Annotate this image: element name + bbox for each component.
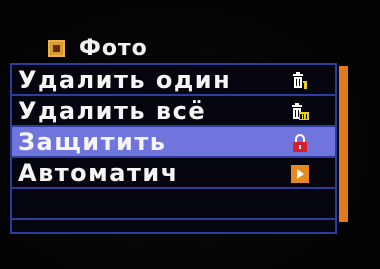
scrollbar-thumb[interactable] — [339, 66, 348, 222]
menu-item-label: Автоматич — [18, 158, 179, 187]
menu-item-label: Удалить всё — [18, 96, 207, 125]
menu-item-protect[interactable]: Защитить — [12, 127, 335, 158]
menu-header: Фото — [48, 35, 148, 61]
menu-item-delete-one[interactable]: Удалить один — [12, 65, 335, 96]
photo-icon — [48, 39, 65, 57]
menu-item-label: Удалить один — [18, 65, 232, 94]
menu-item-auto[interactable]: Автоматич — [12, 158, 335, 189]
play-arrow-icon — [291, 165, 309, 183]
menu-title: Фото — [79, 35, 148, 61]
trash-one-icon — [293, 72, 307, 89]
menu-item-label: Защитить — [18, 127, 167, 156]
menu-list: Удалить один Удалить всё Защитить Автома… — [10, 63, 337, 234]
menu-empty-row — [12, 189, 335, 220]
trash-all-icon — [292, 103, 309, 120]
camera-screen: Фото Удалить один Удалить всё Защитить А… — [0, 0, 380, 269]
menu-item-delete-all[interactable]: Удалить всё — [12, 96, 335, 127]
menu-scrollbar[interactable] — [339, 66, 348, 222]
lock-icon — [293, 134, 307, 152]
